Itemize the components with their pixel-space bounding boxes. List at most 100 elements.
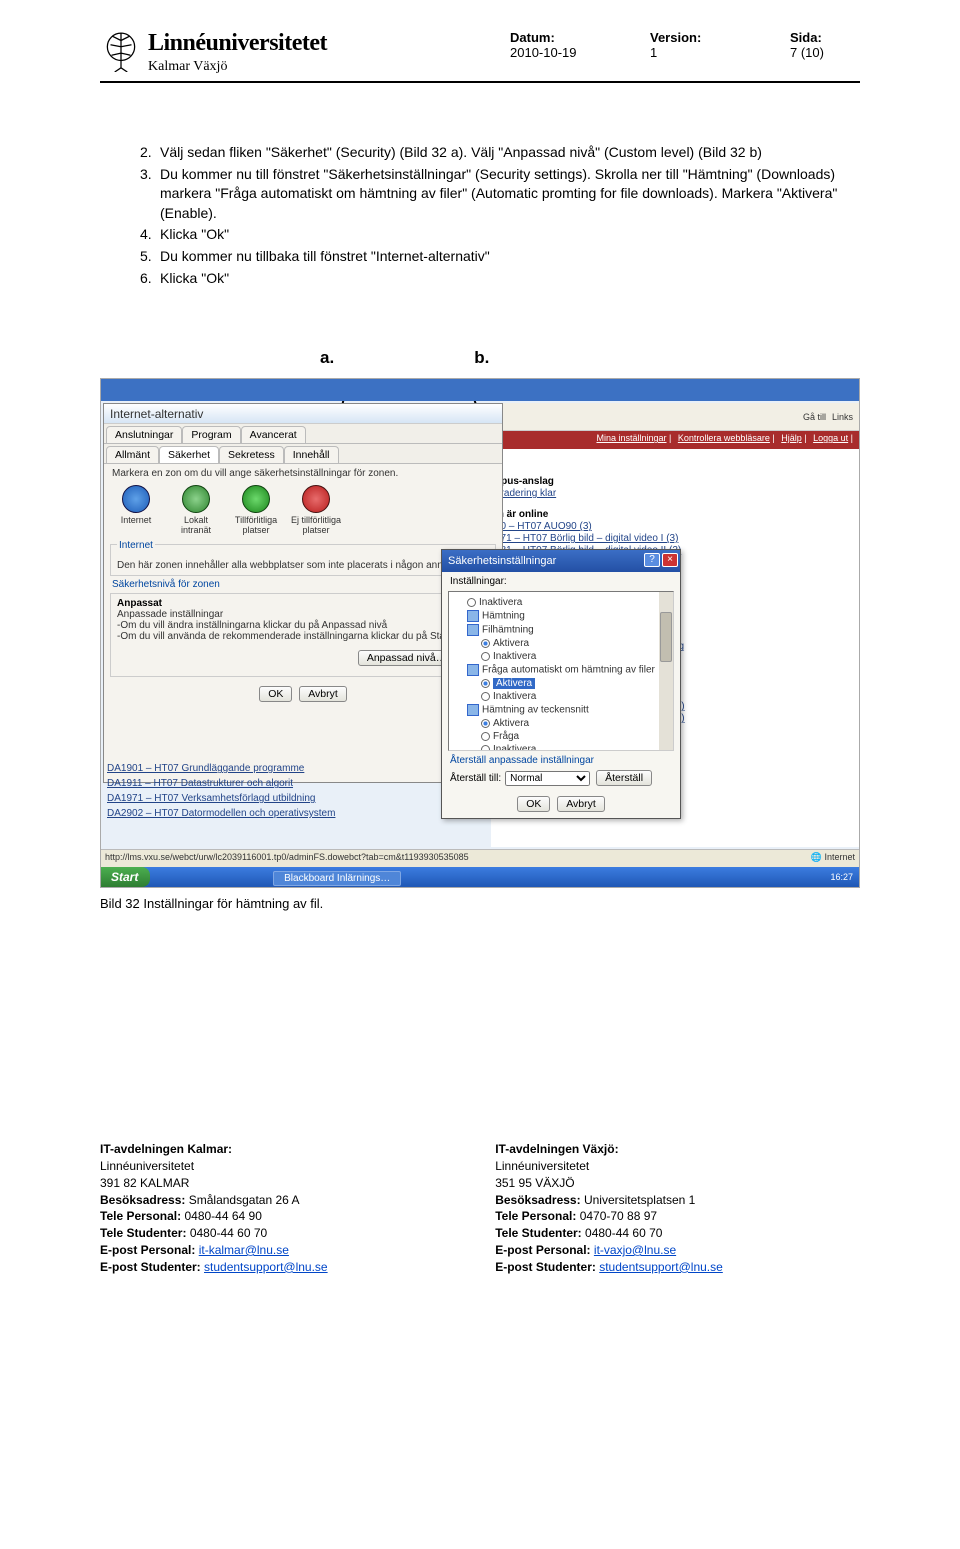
zone-lokalt-intranät[interactable]: Lokalt intranät [170, 485, 222, 535]
reset-legend: Återställ anpassade inställningar [442, 755, 680, 766]
dialog2-ok-button[interactable]: OK [517, 796, 550, 812]
custom-text-1: Anpassade inställningar [117, 609, 489, 620]
dialog1-cancel-button[interactable]: Avbryt [299, 686, 347, 702]
instructions-block: 2.Välj sedan fliken "Säkerhet" (Security… [100, 143, 860, 288]
reset-to-label: Återställ till: [450, 773, 501, 784]
browser-title-bar [101, 379, 859, 401]
header-meta: Datum: 2010-10-19 Version: 1 Sida: 7 (10… [510, 30, 860, 60]
tree-item[interactable]: Aktivera [453, 677, 669, 690]
tree-item[interactable]: Aktivera [453, 717, 669, 730]
security-settings-dialog: Säkerhetsinställningar ? × Inställningar… [441, 549, 681, 819]
tree-logo-icon [100, 30, 142, 72]
taskbar: Start Blackboard Inlärnings… 16:27 [101, 867, 859, 887]
footer-left-org: Linnéuniversitetet [100, 1159, 194, 1173]
topbar-link[interactable]: Kontrollera webbläsare [678, 433, 770, 443]
instruction-item: 5.Du kommer nu tillbaka till fönstret "I… [140, 247, 860, 267]
tab-allmänt[interactable]: Allmänt [106, 446, 159, 463]
tab-innehåll[interactable]: Innehåll [284, 446, 339, 463]
university-name: Linnéuniversitetet [148, 30, 327, 57]
instruction-item: 2.Välj sedan fliken "Säkerhet" (Security… [140, 143, 860, 163]
zone-internet-label: Internet [117, 540, 155, 551]
left-link[interactable]: DA1901 – HT07 Grundläggande programme [107, 763, 335, 774]
tree-item[interactable]: Aktivera [453, 637, 669, 650]
date-label: Datum: [510, 30, 580, 45]
tree-item[interactable]: Inaktivera [453, 690, 669, 703]
dialog2-cancel-button[interactable]: Avbryt [557, 796, 605, 812]
tree-item[interactable]: Inaktivera [453, 596, 669, 609]
dialog1-ok-button[interactable]: OK [259, 686, 292, 702]
security-level-box: Anpassat Anpassade inställningar -Om du … [110, 593, 496, 677]
zone-internet-text: Den här zonen innehåller alla webbplatse… [117, 560, 489, 571]
figure-screenshot: Gå till Links Mina inställningar | Kontr… [100, 378, 860, 888]
tree-item: Filhämtning [453, 623, 669, 637]
taskbar-item[interactable]: Blackboard Inlärnings… [273, 871, 401, 886]
instruction-item: 6.Klicka "Ok" [140, 269, 860, 289]
reset-select[interactable]: Normal [505, 771, 590, 786]
tab-sekretess[interactable]: Sekretess [219, 446, 284, 463]
left-link[interactable]: DA1971 – HT07 Verksamhetsförlagd utbildn… [107, 793, 335, 804]
email-student-vaxjo[interactable]: studentsupport@lnu.se [599, 1260, 723, 1274]
start-button[interactable]: Start [101, 867, 150, 887]
left-links: DA1901 – HT07 Grundläggande programme DA1… [107, 759, 335, 823]
zone-internet[interactable]: Internet [110, 485, 162, 535]
annotation-labels: a. b. [100, 348, 860, 368]
zone-note: Markera en zon om du vill ange säkerhets… [104, 464, 502, 483]
custom-label: Anpassat [117, 598, 162, 609]
topbar-link[interactable]: Logga ut [813, 433, 848, 443]
instruction-item: 4.Klicka "Ok" [140, 225, 860, 245]
tree-item[interactable]: Inaktivera [453, 743, 669, 751]
zone-icon [302, 485, 330, 513]
footer-left-heading: IT-avdelningen Kalmar: [100, 1142, 232, 1156]
close-icon[interactable]: × [662, 553, 678, 567]
tree-item[interactable]: Inaktivera [453, 650, 669, 663]
topbar-link[interactable]: Mina inställningar [596, 433, 666, 443]
tab-anslutningar[interactable]: Anslutningar [106, 426, 182, 443]
zone-icon [182, 485, 210, 513]
tab-program[interactable]: Program [182, 426, 240, 443]
email-personal-kalmar[interactable]: it-kalmar@lnu.se [199, 1243, 289, 1257]
email-personal-vaxjo[interactable]: it-vaxjo@lnu.se [594, 1243, 676, 1257]
footer-right-heading: IT-avdelningen Växjö: [495, 1142, 618, 1156]
tab-säkerhet[interactable]: Säkerhet [159, 446, 219, 463]
left-link[interactable]: DA1911 – HT07 Datastrukturer och algorit [107, 778, 335, 789]
footer-left-addr: 391 82 KALMAR [100, 1176, 189, 1190]
tab-avancerat[interactable]: Avancerat [241, 426, 306, 443]
zone-icon [122, 485, 150, 513]
zone-details: Internet Den här zonen innehåller alla w… [110, 544, 496, 576]
version-label: Version: [650, 30, 720, 45]
status-bar: http://lms.vxu.se/webct/urw/lc2039116001… [101, 849, 859, 867]
tree-item[interactable]: Fråga [453, 730, 669, 743]
tab-row-1: AnslutningarProgramAvancerat [104, 424, 502, 444]
red-topbar: Mina inställningar | Kontrollera webbläs… [491, 431, 859, 449]
tray-clock: 16:27 [830, 867, 859, 887]
right-link[interactable]: 071 – HT07 Börlig bild – digital video I… [495, 533, 855, 544]
settings-tree[interactable]: InaktiveraHämtningFilhämtningAktiveraIna… [448, 591, 674, 751]
logo-block: Linnéuniversitetet Kalmar Växjö [100, 30, 327, 75]
email-student-kalmar[interactable]: studentsupport@lnu.se [204, 1260, 328, 1274]
topbar-link[interactable]: Hjälp [781, 433, 802, 443]
figure-caption: Bild 32 Inställningar för hämtning av fi… [100, 896, 860, 911]
status-url: http://lms.vxu.se/webct/urw/lc2039116001… [105, 852, 469, 865]
right-link[interactable]: 90 – HT07 AUO90 (3) [495, 521, 855, 532]
footer-right: IT-avdelningen Växjö: Linnéuniversitetet… [495, 1141, 860, 1275]
tree-item: Hämtning [453, 609, 669, 623]
dialog2-titlebar: Säkerhetsinställningar ? × [442, 550, 680, 572]
custom-text-3: -Om du vill använda de rekommenderade in… [117, 631, 489, 642]
help-icon[interactable]: ? [644, 553, 660, 567]
settings-legend: Inställningar: [442, 572, 680, 587]
footer-left: IT-avdelningen Kalmar: Linnéuniversitete… [100, 1141, 465, 1275]
label-b: b. [474, 348, 489, 368]
label-a: a. [320, 348, 334, 368]
zone-ej-tillförlitliga-platser[interactable]: Ej tillförlitliga platser [290, 485, 342, 535]
version-value: 1 [650, 45, 720, 60]
page-label: Sida: [790, 30, 860, 45]
reset-button[interactable]: Återställ [596, 770, 652, 786]
tab-row-2: AllmäntSäkerhetSekretessInnehåll [104, 444, 502, 464]
left-link[interactable]: DA2902 – HT07 Datormodellen och operativ… [107, 808, 335, 819]
date-value: 2010-10-19 [510, 45, 580, 60]
campuses-label: Kalmar Växjö [148, 59, 327, 75]
zone-row: InternetLokalt intranätTillförlitliga pl… [104, 483, 502, 541]
status-zone: Internet [824, 852, 855, 862]
tree-item: Fråga automatiskt om hämtning av filer [453, 663, 669, 677]
zone-tillförlitliga-platser[interactable]: Tillförlitliga platser [230, 485, 282, 535]
